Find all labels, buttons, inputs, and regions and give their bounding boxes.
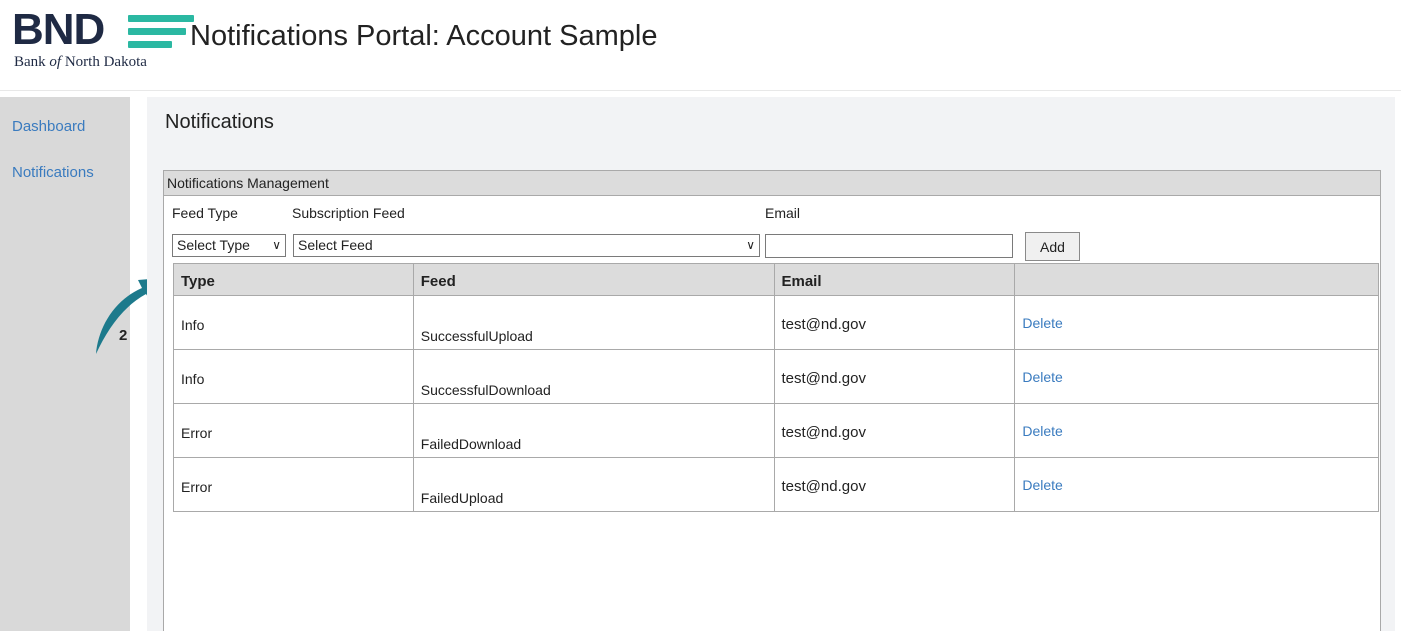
sidebar-item-notifications[interactable]: Notifications: [12, 164, 94, 181]
delete-link[interactable]: Delete: [1022, 350, 1378, 385]
table-row: Error FailedUpload test@nd.gov Delete: [173, 457, 1379, 512]
page-header: BND Bank of North Dakota Notifications P…: [0, 0, 1401, 90]
annotation-number: 2: [119, 327, 128, 344]
add-button[interactable]: Add: [1025, 232, 1080, 261]
action-cell: Delete: [1014, 403, 1379, 458]
feed-cell: SuccessfulUpload: [412, 295, 775, 350]
column-header-feed: Feed: [412, 263, 775, 296]
chevron-down-icon: ∨: [746, 238, 755, 252]
logo-letters: BND: [12, 5, 105, 54]
feed-cell: SuccessfulDownload: [412, 349, 775, 404]
sidebar-item-dashboard[interactable]: Dashboard: [12, 118, 85, 135]
header-divider: [0, 90, 1401, 91]
bnd-logo: BND Bank of North Dakota: [12, 5, 194, 76]
feed-type-selected: Select Type: [177, 237, 250, 253]
chevron-down-icon: ∨: [272, 238, 281, 252]
email-label: Email: [765, 205, 801, 221]
action-cell: Delete: [1014, 295, 1379, 350]
table-row: Info SuccessfulUpload test@nd.gov Delete: [173, 295, 1379, 350]
type-cell: Info: [173, 349, 414, 404]
feed-type-label: Feed Type: [172, 205, 238, 221]
table-header-row: Type Feed Email: [173, 263, 1379, 296]
column-header-type: Type: [173, 263, 414, 296]
column-header-action: [1014, 263, 1379, 296]
notifications-table: Type Feed Email Info SuccessfulUpload te…: [173, 263, 1379, 512]
table-row: Info SuccessfulDownload test@nd.gov Dele…: [173, 349, 1379, 404]
subscription-feed-select[interactable]: Select Feed ∨: [293, 234, 760, 257]
table-row: Error FailedDownload test@nd.gov Delete: [173, 403, 1379, 458]
portal-title: Notifications Portal: Account Sample: [190, 20, 658, 52]
email-cell: test@nd.gov: [773, 349, 1016, 404]
main-content: Notifications Notifications Management F…: [147, 97, 1395, 631]
subscription-feed-label: Subscription Feed: [292, 205, 405, 221]
feed-cell: FailedDownload: [412, 403, 775, 458]
logo-subtitle: Bank of North Dakota: [14, 54, 147, 70]
type-cell: Error: [173, 457, 414, 512]
column-header-email: Email: [773, 263, 1016, 296]
sidebar: Dashboard Notifications: [0, 97, 130, 631]
subscription-feed-selected: Select Feed: [298, 237, 373, 253]
panel-header: Notifications Management: [164, 171, 1380, 196]
feed-type-select[interactable]: Select Type ∨: [172, 234, 286, 257]
type-cell: Info: [173, 295, 414, 350]
panel-title: Notifications Management: [167, 175, 329, 191]
type-cell: Error: [173, 403, 414, 458]
action-cell: Delete: [1014, 457, 1379, 512]
delete-link[interactable]: Delete: [1022, 458, 1378, 493]
email-cell: test@nd.gov: [773, 403, 1016, 458]
email-cell: test@nd.gov: [773, 295, 1016, 350]
notifications-management-panel: Notifications Management Feed Type Subsc…: [163, 170, 1381, 631]
action-cell: Delete: [1014, 349, 1379, 404]
delete-link[interactable]: Delete: [1022, 296, 1378, 331]
logo-bars-icon: [128, 15, 194, 51]
page-title: Notifications: [165, 111, 274, 133]
delete-link[interactable]: Delete: [1022, 404, 1378, 439]
email-input[interactable]: [765, 234, 1013, 258]
feed-cell: FailedUpload: [412, 457, 775, 512]
email-cell: test@nd.gov: [773, 457, 1016, 512]
